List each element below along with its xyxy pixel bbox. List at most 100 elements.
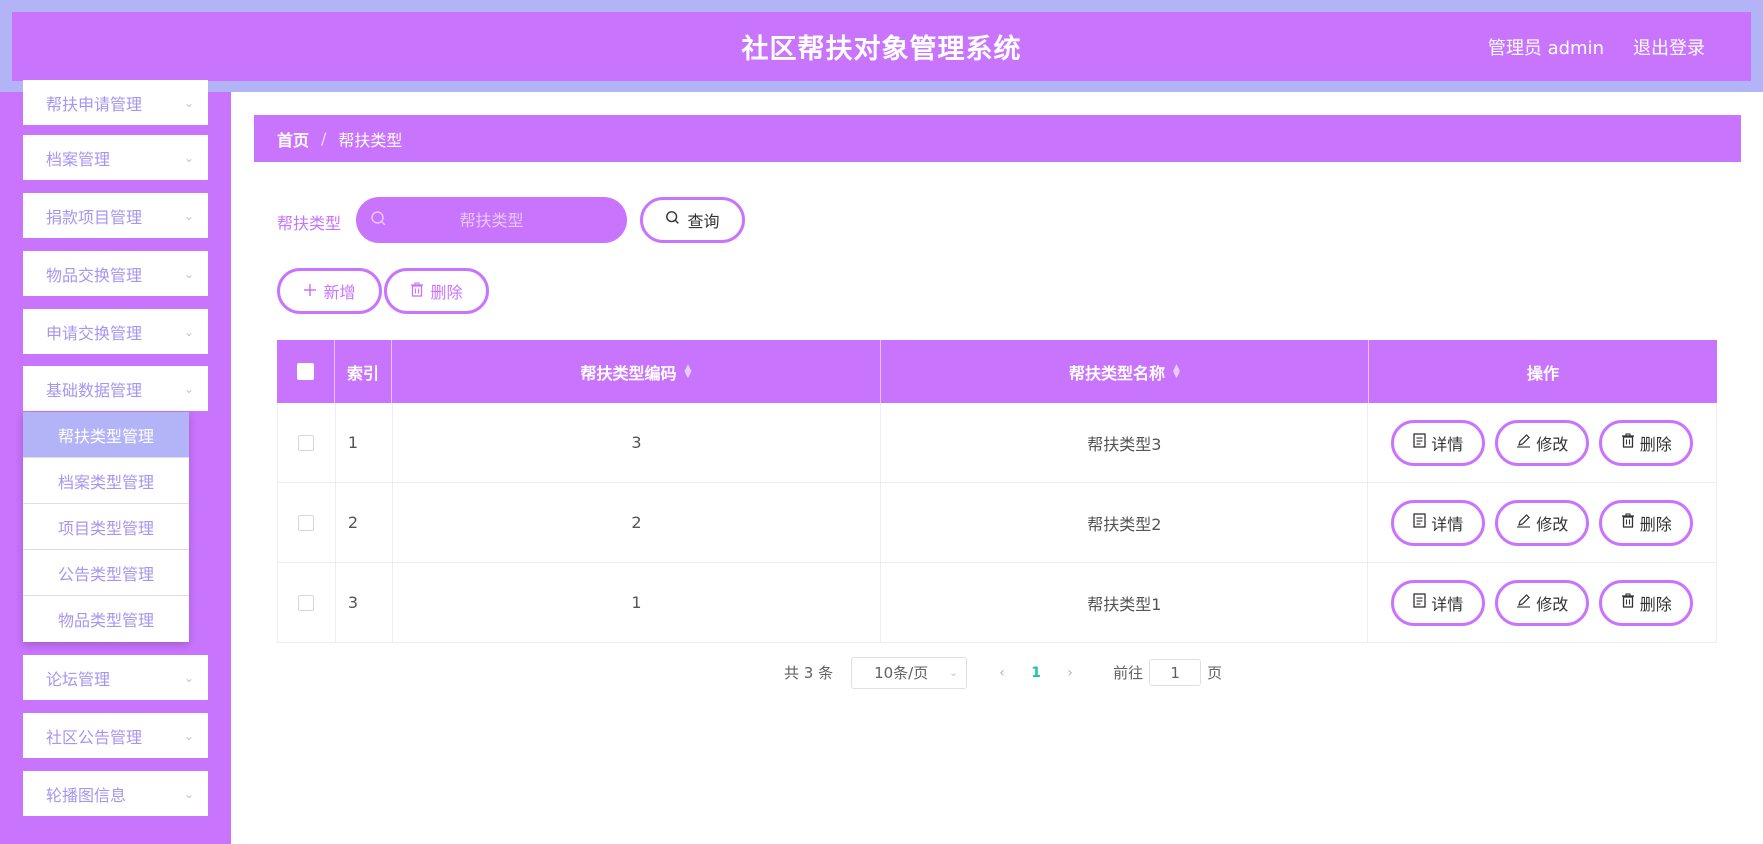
detail-button[interactable]: 详情 (1391, 499, 1486, 546)
delete-label: 删除 (1639, 514, 1672, 534)
goto-suffix: 页 (1207, 664, 1223, 682)
sidebar-item-community-notices[interactable]: 社区公告管理 ⌄ (23, 713, 208, 758)
app-title: 社区帮扶对象管理系统 (741, 34, 1022, 65)
search-icon (665, 210, 681, 230)
detail-label: 详情 (1431, 514, 1464, 534)
detail-button[interactable]: 详情 (1391, 419, 1486, 466)
select-all-checkbox[interactable] (297, 363, 314, 380)
page-number-current[interactable]: 1 (1019, 665, 1053, 681)
edit-icon (1516, 593, 1531, 612)
header-bar: 社区帮扶对象管理系统 管理员 admin 退出登录 (12, 12, 1751, 81)
breadcrumb-home[interactable]: 首页 (277, 127, 309, 151)
current-user-label: 管理员 admin (1487, 37, 1604, 59)
chevron-down-icon: ⌄ (183, 786, 194, 801)
chevron-down-icon: ⌄ (183, 95, 194, 110)
trash-icon (1621, 513, 1635, 532)
sidebar-item-label: 基础数据管理 (46, 380, 143, 400)
query-button[interactable]: 查询 (640, 197, 745, 243)
row-ops: 详情 修改 删除 (1368, 563, 1716, 642)
row-checkbox[interactable] (298, 514, 315, 531)
select-all-cell (277, 340, 335, 403)
header-user-area: 管理员 admin 退出登录 (1488, 12, 1705, 81)
column-header-ops: 操作 (1526, 363, 1559, 383)
goto-page-input[interactable] (1149, 659, 1202, 686)
edit-icon (1516, 433, 1531, 452)
row-code: 2 (393, 483, 882, 562)
sidebar-item-label: 论坛管理 (46, 669, 111, 689)
sidebar-item-label: 轮播图信息 (46, 785, 127, 805)
header-frame: 社区帮扶对象管理系统 管理员 admin 退出登录 (0, 0, 1763, 92)
batch-delete-label: 删除 (430, 283, 463, 302)
batch-delete-button[interactable]: 删除 (384, 268, 489, 314)
edit-button[interactable]: 修改 (1495, 499, 1590, 546)
row-index: 1 (336, 403, 393, 482)
sidebar: 帮扶申请管理 ⌄ 档案管理 ⌄ 捐款项目管理 ⌄ 物品交换管理 ⌄ 申请交换管理… (0, 80, 231, 844)
sidebar-item-item-exchange[interactable]: 物品交换管理 ⌄ (23, 251, 208, 296)
delete-button[interactable]: 删除 (1599, 499, 1694, 546)
chevron-down-icon: ⌄ (183, 150, 194, 165)
submenu-item-notice-type[interactable]: 公告类型管理 (23, 550, 189, 596)
row-code: 1 (393, 563, 882, 642)
sort-icon[interactable]: ▲ ▼ (1173, 363, 1180, 379)
plus-icon (303, 282, 317, 301)
goto-label: 前往 (1113, 664, 1144, 682)
page-size-value: 10条/页 (874, 664, 929, 682)
row-code: 3 (393, 403, 882, 482)
table-header: 索引 帮扶类型编码 ▲ ▼ 帮扶类型名称 ▲ ▼ 操作 (277, 340, 1717, 403)
next-page-button[interactable]: › (1053, 665, 1087, 681)
trash-icon (410, 281, 424, 301)
sidebar-item-help-application[interactable]: 帮扶申请管理 ⌄ (23, 80, 208, 125)
row-name: 帮扶类型2 (881, 483, 1369, 562)
document-icon (1413, 433, 1426, 452)
row-checkbox[interactable] (298, 594, 315, 611)
trash-icon (1621, 433, 1635, 452)
submenu-item-archive-type[interactable]: 档案类型管理 (23, 458, 189, 504)
delete-button[interactable]: 删除 (1599, 579, 1694, 626)
column-header-name[interactable]: 帮扶类型名称 ▲ ▼ (881, 340, 1369, 403)
submenu-item-goods-type[interactable]: 物品类型管理 (23, 596, 189, 642)
chevron-down-icon: ⌄ (183, 670, 194, 685)
document-icon (1413, 513, 1426, 532)
breadcrumb-separator: / (321, 129, 327, 148)
sidebar-item-base-data[interactable]: 基础数据管理 ⌄ (23, 366, 208, 411)
column-header-index: 索引 (335, 340, 392, 403)
breadcrumb-current: 帮扶类型 (338, 130, 403, 150)
breadcrumb: 首页 / 帮扶类型 (254, 115, 1741, 162)
table-row: 2 2 帮扶类型2 详情 修改 删除 (277, 483, 1717, 563)
edit-button[interactable]: 修改 (1495, 579, 1590, 626)
row-select-cell (278, 563, 336, 642)
add-button-label: 新增 (323, 283, 356, 302)
edit-label: 修改 (1536, 594, 1569, 614)
sidebar-item-label: 捐款项目管理 (46, 207, 143, 227)
pagination: 共 3 条 10条/页 ⌄ ‹ 1 › 前往 页 (784, 656, 1222, 689)
search-box (356, 197, 627, 243)
sidebar-item-carousel[interactable]: 轮播图信息 ⌄ (23, 771, 208, 816)
prev-page-button[interactable]: ‹ (985, 665, 1019, 681)
sidebar-item-forum[interactable]: 论坛管理 ⌄ (23, 655, 208, 700)
sidebar-item-archives[interactable]: 档案管理 ⌄ (23, 135, 208, 180)
sidebar-item-label: 帮扶申请管理 (46, 94, 143, 114)
row-name: 帮扶类型1 (881, 563, 1369, 642)
logout-button[interactable]: 退出登录 (1633, 34, 1705, 60)
submenu-item-project-type[interactable]: 项目类型管理 (23, 504, 189, 550)
detail-button[interactable]: 详情 (1391, 579, 1486, 626)
add-button[interactable]: 新增 (277, 268, 382, 314)
submenu-item-help-type[interactable]: 帮扶类型管理 (23, 412, 189, 458)
chevron-down-icon: ⌄ (183, 728, 194, 743)
document-icon (1413, 593, 1426, 612)
column-header-code[interactable]: 帮扶类型编码 ▲ ▼ (392, 340, 881, 403)
delete-label: 删除 (1639, 594, 1672, 614)
chevron-down-icon: ⌄ (183, 381, 194, 396)
sidebar-item-label: 申请交换管理 (46, 323, 143, 343)
sidebar-item-label: 社区公告管理 (46, 727, 143, 747)
sidebar-item-donation-projects[interactable]: 捐款项目管理 ⌄ (23, 193, 208, 238)
edit-icon (1516, 513, 1531, 532)
sidebar-item-exchange-requests[interactable]: 申请交换管理 ⌄ (23, 309, 208, 354)
row-index: 3 (336, 563, 393, 642)
sort-icon[interactable]: ▲ ▼ (685, 363, 692, 379)
page-size-select[interactable]: 10条/页 ⌄ (851, 656, 968, 689)
search-input[interactable] (356, 197, 627, 243)
delete-button[interactable]: 删除 (1599, 419, 1694, 466)
row-checkbox[interactable] (298, 434, 315, 451)
edit-button[interactable]: 修改 (1495, 419, 1590, 466)
